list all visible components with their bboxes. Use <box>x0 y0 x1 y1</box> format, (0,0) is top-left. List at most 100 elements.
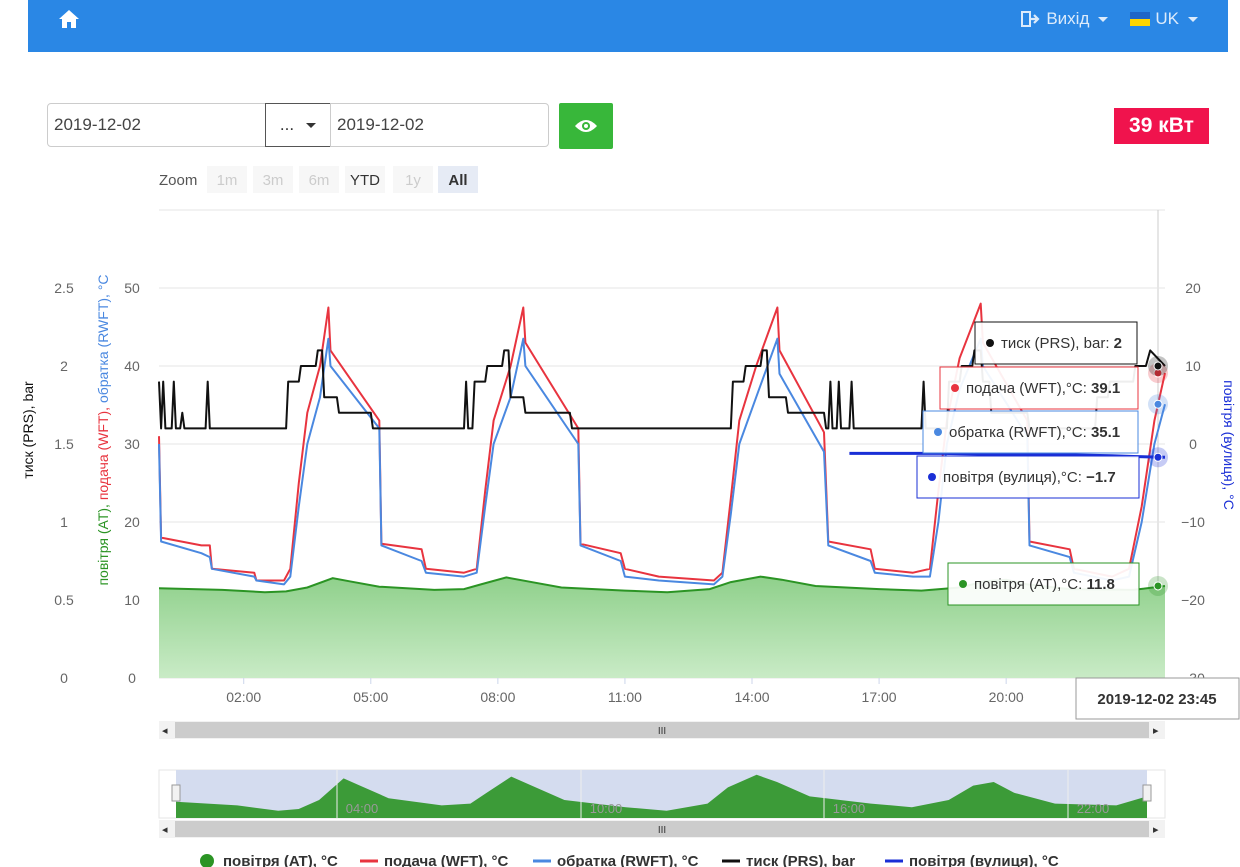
tooltip-dot <box>928 473 936 481</box>
outdoor-axis-tick: −10 <box>1181 514 1205 530</box>
navigator-scrollbar-handle[interactable]: III <box>658 825 666 836</box>
main-scrollbar-left-arrow[interactable]: ◂ <box>162 725 168 737</box>
legend-item[interactable]: тиск (PRS), bar <box>746 853 855 867</box>
tooltip-label: повітря (вулиця),°C: <box>943 469 1086 486</box>
tooltip-label: тиск (PRS), bar: <box>1001 335 1114 352</box>
zoom-button-1m[interactable]: 1m <box>217 172 238 189</box>
top-navbar: Вихід UK <box>28 0 1228 52</box>
legend-item[interactable]: подача (WFT), °C <box>384 853 509 867</box>
chevron-down-icon <box>1188 17 1198 22</box>
temperature-axis-title-part: °C <box>95 274 111 290</box>
pressure-axis-tick: 0 <box>60 670 68 686</box>
date-to-input[interactable] <box>330 103 549 147</box>
temperature-axis-title-part: повітря (AT), <box>95 500 111 585</box>
logout-label: Вихід <box>1046 9 1089 29</box>
legend-item[interactable]: повітря (вулиця), °C <box>909 853 1059 867</box>
temperature-axis-tick: 40 <box>124 358 140 374</box>
navigator-tick: 22:00 <box>1077 801 1110 816</box>
x-axis-tick: 20:00 <box>989 689 1024 705</box>
x-axis-tick: 05:00 <box>353 689 388 705</box>
outdoor-axis-tick: −20 <box>1181 592 1205 608</box>
language-menu[interactable]: UK <box>1130 9 1198 29</box>
pressure-axis-tick: 1.5 <box>54 436 74 452</box>
navigator-tick: 16:00 <box>833 801 866 816</box>
temperature-axis-tick: 30 <box>124 436 140 452</box>
tooltip-row: подача (WFT),°C: 39.1 <box>966 380 1120 397</box>
eye-icon <box>574 118 598 134</box>
main-scrollbar-right-arrow[interactable]: ▸ <box>1153 725 1159 737</box>
range-select-label: ... <box>280 115 294 135</box>
pressure-axis-tick: 2.5 <box>54 280 74 296</box>
tooltip-row: повітря (вулиця),°C: −1.7 <box>943 469 1116 486</box>
hover-point <box>1154 453 1162 461</box>
logout-menu[interactable]: Вихід <box>1021 9 1108 29</box>
navigator-tick: 04:00 <box>346 801 379 816</box>
language-label: UK <box>1155 9 1179 29</box>
sign-out-icon <box>1021 11 1041 27</box>
time-tooltip-text: 2019-12-02 23:45 <box>1097 691 1216 708</box>
pressure-axis-tick: 0.5 <box>54 592 74 608</box>
zoom-button-6m[interactable]: 6m <box>309 172 330 189</box>
tooltip-row: тиск (PRS), bar: 2 <box>1001 335 1122 352</box>
hover-point <box>1154 582 1162 590</box>
temperature-axis-title-part: подача (WFT), <box>95 403 111 500</box>
x-axis-tick: 14:00 <box>734 689 769 705</box>
navigator-tick: 10:00 <box>590 801 623 816</box>
temperature-axis-tick: 20 <box>124 514 140 530</box>
navigator-scrollbar-left-arrow[interactable]: ◂ <box>162 824 168 836</box>
tooltip-value: −1.7 <box>1086 469 1116 486</box>
navigator-scrollbar-right-arrow[interactable]: ▸ <box>1153 824 1159 836</box>
temperature-axis-tick: 50 <box>124 280 140 296</box>
tooltip-label: обратка (RWFT),°C: <box>949 424 1091 441</box>
tooltip-dot <box>986 339 994 347</box>
chevron-down-icon <box>1098 17 1108 22</box>
chart: Zoom 1m 3m 6m YTD 1y All 0 0.5 1 1.5 2 2.5 0 10 20 30 40 5… <box>0 160 1240 867</box>
outdoor-axis-title: повітря (вулиця), °C <box>1221 380 1237 510</box>
temperature-axis-title: повітря (AT), подача (WFT), обратка (RWF… <box>95 274 111 585</box>
main-scrollbar-handle[interactable]: III <box>658 726 666 737</box>
tooltip-dot <box>934 428 942 436</box>
x-axis-tick: 17:00 <box>862 689 897 705</box>
tooltip-label: подача (WFT),°C: <box>966 380 1091 397</box>
ukraine-flag-icon <box>1130 12 1150 26</box>
tooltip-value: 39.1 <box>1091 380 1120 397</box>
temperature-axis-title-part: обратка (RWFT), <box>95 290 111 403</box>
legend-item[interactable]: повітря (AT), °C <box>223 853 338 867</box>
tooltip-label: повітря (AT),°C: <box>974 576 1086 593</box>
zoom-button-1y[interactable]: 1y <box>405 172 421 189</box>
tooltip-value: 35.1 <box>1091 424 1120 441</box>
tooltip-dot <box>959 580 967 588</box>
power-badge: 39 кВт <box>1114 108 1209 144</box>
hover-point <box>1154 362 1162 370</box>
tooltip-value: 11.8 <box>1086 576 1114 593</box>
legend-marker[interactable] <box>200 854 214 867</box>
outdoor-axis-tick: 20 <box>1185 280 1201 296</box>
zoom-button-all[interactable]: All <box>448 172 467 189</box>
zoom-label: Zoom <box>159 172 197 189</box>
date-from-input[interactable] <box>47 103 266 147</box>
pressure-axis-title: тиск (PRS), bar <box>20 381 36 479</box>
temperature-axis-tick: 0 <box>128 670 136 686</box>
show-button[interactable] <box>559 103 613 149</box>
x-axis-tick: 08:00 <box>480 689 515 705</box>
navbar-right: Вихід UK <box>1021 9 1198 29</box>
pressure-axis-tick: 1 <box>60 514 68 530</box>
range-select-button[interactable]: ... <box>265 103 331 147</box>
temperature-axis-tick: 10 <box>124 592 140 608</box>
hover-point <box>1154 400 1162 408</box>
navigator-left-handle[interactable] <box>172 785 180 801</box>
zoom-button-3m[interactable]: 3m <box>263 172 284 189</box>
x-axis-tick: 02:00 <box>226 689 261 705</box>
pressure-axis-tick: 2 <box>60 358 68 374</box>
chevron-down-icon <box>306 123 316 128</box>
outdoor-axis-tick: 10 <box>1185 358 1201 374</box>
x-axis-tick: 11:00 <box>608 689 642 705</box>
zoom-button-ytd[interactable]: YTD <box>350 172 380 189</box>
tooltip-row: повітря (AT),°C: 11.8 <box>974 576 1115 593</box>
tooltip-dot <box>951 384 959 392</box>
home-icon[interactable] <box>58 9 80 29</box>
legend-item[interactable]: обратка (RWFT), °C <box>557 853 699 867</box>
tooltip-row: обратка (RWFT),°C: 35.1 <box>949 424 1120 441</box>
navigator-right-handle[interactable] <box>1143 785 1151 801</box>
outdoor-axis-tick: 0 <box>1189 436 1197 452</box>
